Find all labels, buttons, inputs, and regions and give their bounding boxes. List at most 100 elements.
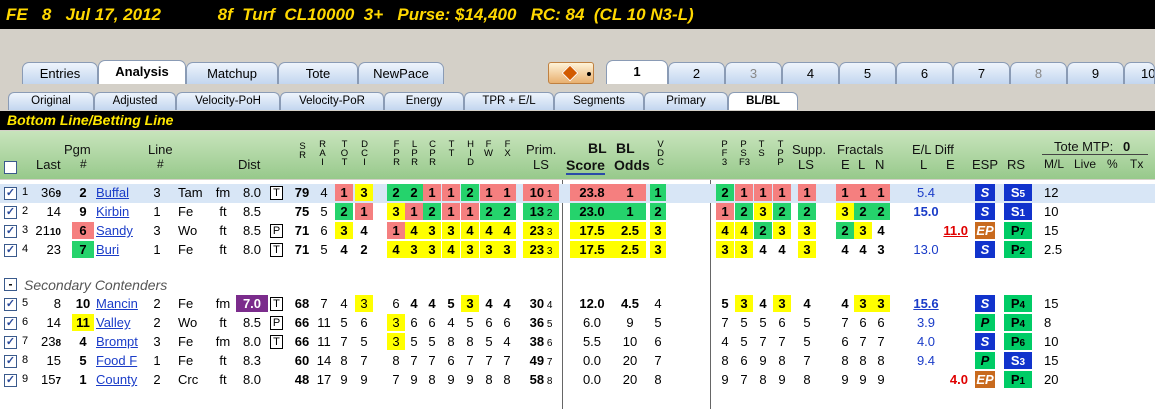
row-number: 7 [21,335,29,347]
dot-icon [587,72,591,76]
table-row[interactable]: ✓ 6 14 11 2 Valley Wo ft 8.5 P 66 11 5 6 3 6 6 4 5 6 6 36 5 6.… [0,314,1155,333]
col-pgm[interactable]: Pgm [64,142,91,157]
subtab-energy[interactable]: Energy [384,92,464,110]
col-live[interactable]: Live [1074,157,1096,171]
subtab-velocity-por[interactable]: Velocity-PoR [280,92,384,110]
pace-value: 2 [754,222,772,239]
tot-value: 4 [340,296,348,311]
table-row[interactable]: ✓ 9 157 1 2 County Crc ft 8.0 48 17 9 9 7 9 8 9 9 8 8 58 8 0.… [0,371,1155,390]
row-number: 9 [21,373,29,385]
horse-name-link[interactable]: Mancin [96,295,146,312]
row-checkbox[interactable]: ✓ [4,355,17,368]
surface: ft [219,315,227,330]
horse-name-link[interactable]: Kirbin [96,203,146,220]
prim-ls-rank: 4 [544,300,553,311]
subtab-velocity-poh[interactable]: Velocity-PoH [176,92,280,110]
row-checkbox[interactable]: ✓ [4,244,17,257]
fractal-value: 8 [859,353,867,368]
track: Tam [178,185,203,200]
horse-name-link[interactable]: Valley [96,314,146,331]
row-checkbox[interactable]: ✓ [4,225,17,238]
row-number: 1 [21,186,29,198]
factor-value: 9 [410,372,418,387]
fractal-value: 1 [872,184,890,201]
race-tab-2[interactable]: 2 [668,62,725,84]
race-tab-6[interactable]: 6 [896,62,953,84]
race-tab-1[interactable]: 1 [606,60,668,84]
last-days: 14 [35,203,61,220]
col-ml[interactable]: M/L [1044,157,1064,171]
col-supp[interactable]: Supp. [792,142,826,157]
col-el-diff[interactable]: E/L Diff [912,142,954,157]
race-tab-10[interactable]: 10 [1124,62,1155,84]
select-all-checkbox[interactable] [4,161,17,174]
subtab-primary[interactable]: Primary [644,92,728,110]
tab-tote[interactable]: Tote [278,62,358,84]
sr-value: 75 [294,204,310,219]
ra-value: 7 [320,296,328,311]
subtab-tpr-el[interactable]: TPR + E/L [464,92,554,110]
table-row[interactable]: ✓ 5 8 10 2 Mancin Fe fm 7.0 T 68 7 4 3 6 4 4 5 3 4 4 30 4 12.0… [0,295,1155,314]
fractal-value: 4 [841,242,849,257]
subtab-bl-bl[interactable]: BL/BL [728,92,798,110]
row-number: 3 [21,224,29,236]
row-checkbox[interactable]: ✓ [4,374,17,387]
horse-name-link[interactable]: Food F [96,352,146,369]
horse-name-link[interactable]: Buffal [96,184,146,201]
subtab-adjusted[interactable]: Adjusted [94,92,176,110]
race-tab-5[interactable]: 5 [839,62,896,84]
rs-rank: 3 [1019,357,1026,368]
row-number: 5 [21,297,29,309]
table-row[interactable]: ✓ 1 369 2 3 Buffal Tam fm 8.0 T 79 4 1 3 2 2 1 1 2 1 1 10 1 23… [0,184,1155,203]
ra-value: 17 [316,372,332,387]
col-bl-score[interactable]: Score [566,157,605,175]
bl-odds: 1 [614,203,646,220]
race-tab-4[interactable]: 4 [782,62,839,84]
race-nav-button[interactable] [548,62,594,84]
rs-badge: P1 [1004,371,1032,388]
tab-matchup[interactable]: Matchup [186,62,278,84]
horse-name-link[interactable]: Brompt [96,333,146,350]
race-tab-3[interactable]: 3 [725,62,782,84]
col-prim[interactable]: Prim. [526,142,556,157]
horse-name-link[interactable]: Sandy [96,222,146,239]
el-diff-e [934,333,968,350]
subtab-original[interactable]: Original [8,92,94,110]
col-esp[interactable]: ESP [972,157,998,172]
factor-value: 2 [387,184,405,201]
table-row[interactable]: ✓ 2 14 9 1 Kirbin Fe ft 8.5 75 5 2 1 3 1 2 1 1 2 2 13 2 23.0 1… [0,203,1155,222]
row-checkbox[interactable]: ✓ [4,336,17,349]
factor-value: 8 [447,334,455,349]
subtab-segments[interactable]: Segments [554,92,644,110]
vdc-value: 8 [654,372,662,387]
tab-analysis[interactable]: Analysis [98,60,186,84]
horse-name-link[interactable]: Buri [96,241,146,258]
row-checkbox[interactable]: ✓ [4,206,17,219]
fractal-value: 9 [859,372,867,387]
col-line[interactable]: Line [148,142,173,157]
col-rs[interactable]: RS [1007,157,1025,172]
bl-odds: 10 [622,334,638,349]
race-tab-9[interactable]: 9 [1067,62,1124,84]
col-last[interactable]: Last [36,157,61,172]
rs-type: P [1010,334,1020,349]
col-supp-ls: LS [798,157,814,172]
race-tab-7[interactable]: 7 [953,62,1010,84]
col-bl-odds[interactable]: Odds [614,157,650,173]
collapse-toggle[interactable]: - [4,278,17,291]
row-checkbox[interactable]: ✓ [4,317,17,330]
tab-newpace[interactable]: NewPace [358,62,444,84]
last-days-sup: 7 [55,376,61,387]
horse-name-link[interactable]: County [96,371,146,388]
col-fractals[interactable]: Fractals [837,142,883,157]
table-row[interactable]: ✓ 8 15 5 1 Food F Fe ft 8.3 60 14 8 7 8 7 7 6 7 7 7 49 7 0.0 2… [0,352,1155,371]
secondary-contenders-label: Secondary Contenders [24,277,168,293]
race-tab-8[interactable]: 8 [1010,62,1067,84]
col-dist[interactable]: Dist [238,157,260,172]
tab-entries[interactable]: Entries [22,62,98,84]
table-row[interactable]: ✓ 4 23 7 1 Buri Fe ft 8.0 T 71 5 4 2 4 3 3 4 3 3 3 23 3 17.5 2.… [0,241,1155,260]
table-row[interactable]: ✓ 3 2110 6 3 Sandy Wo ft 8.5 P 71 6 3 4 1 4 3 3 4 4 4 23 3 17.… [0,222,1155,241]
row-checkbox[interactable]: ✓ [4,298,17,311]
table-row[interactable]: ✓ 7 238 4 3 Brompt Fe fm 8.0 T 66 11 7 5 3 5 5 8 8 5 4 38 6 5.… [0,333,1155,352]
row-checkbox[interactable]: ✓ [4,187,17,200]
